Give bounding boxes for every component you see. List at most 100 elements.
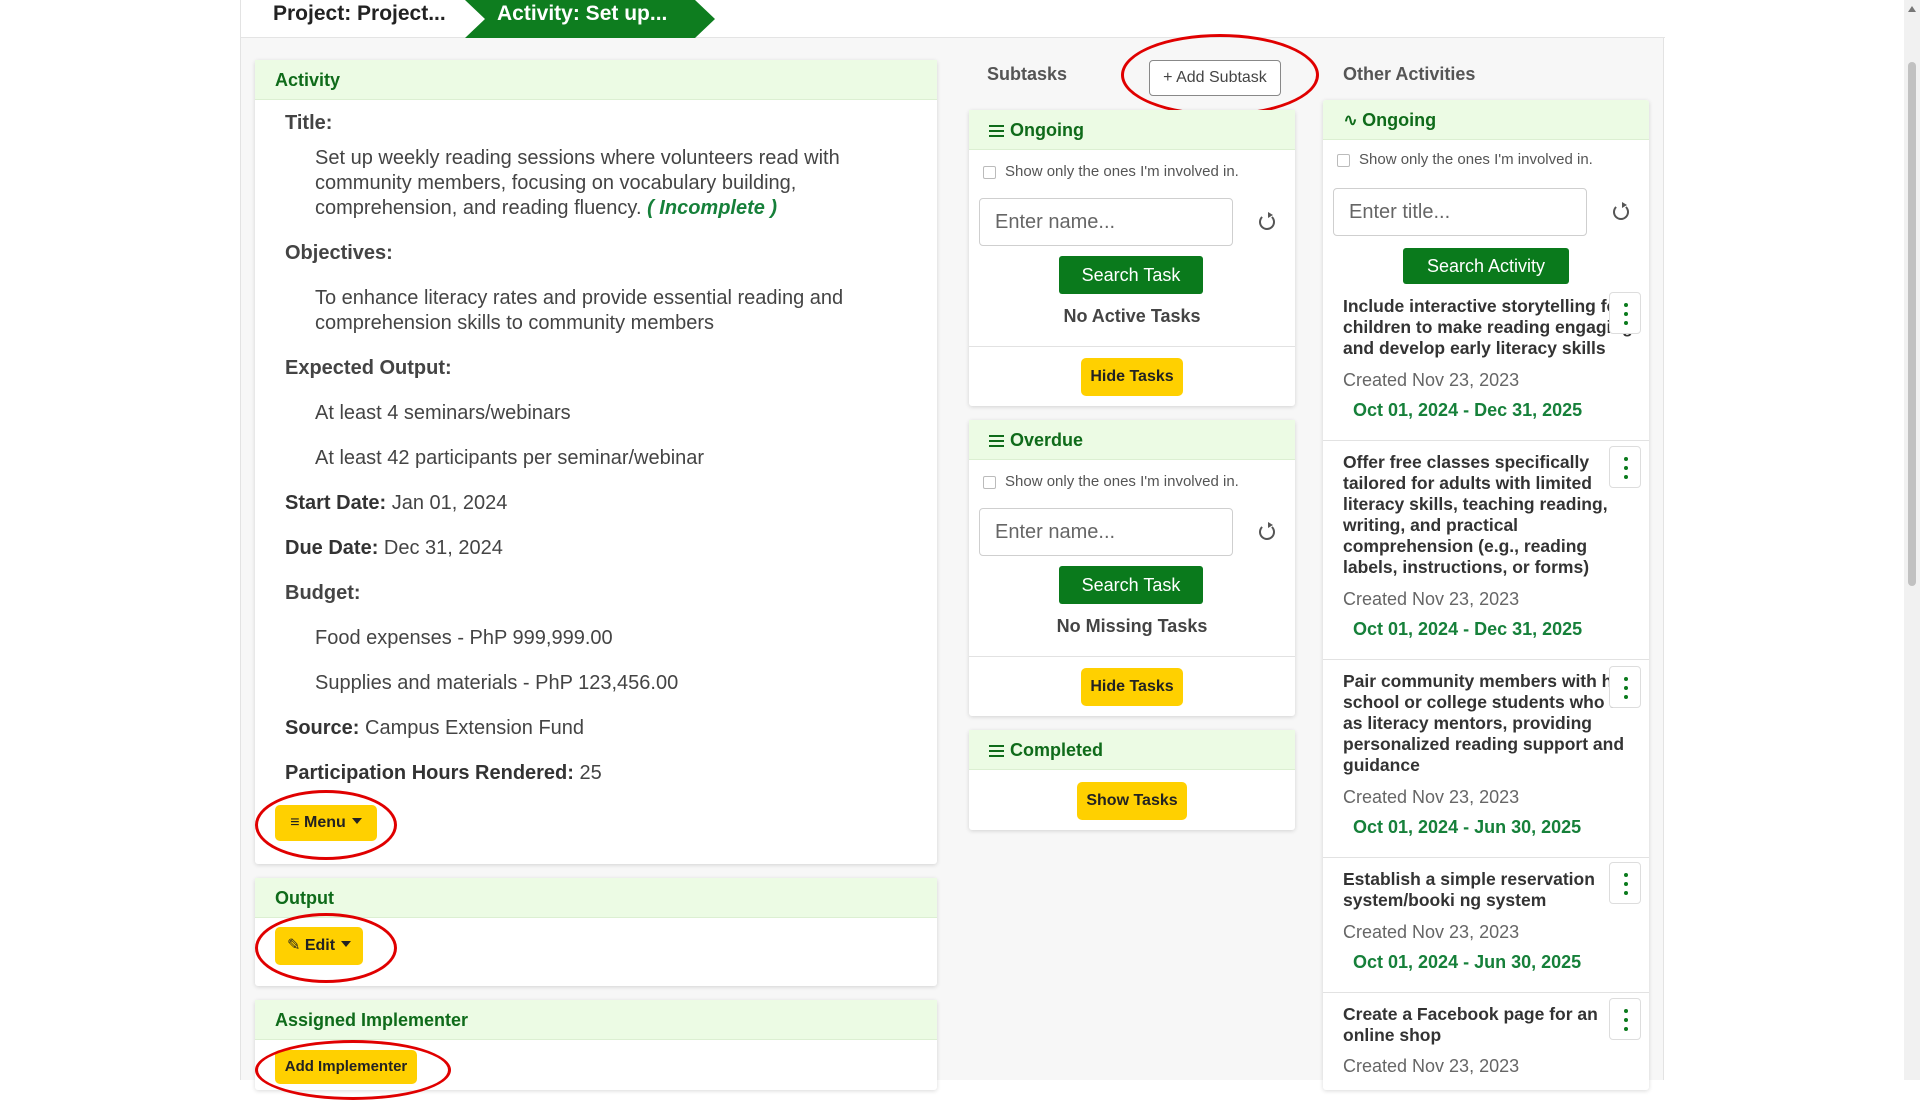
expected-output-item: At least 4 seminars/webinars [315,402,571,424]
subtask-name-input[interactable]: Enter name... [979,198,1233,246]
activity-item-title[interactable]: Create a Facebook page for an online sho… [1343,1004,1598,1046]
divider [969,346,1295,347]
start-date: Start Date: Jan 01, 2024 [285,492,507,515]
refresh-icon[interactable] [1259,212,1275,230]
list-icon [989,745,1004,757]
budget-item: Food expenses - PhP 999,999.00 [315,627,613,649]
more-options-icon[interactable] [1609,292,1641,334]
due-date-value: Dec 31, 2024 [383,537,503,559]
activity-title-line: comprehension (e.g., reading [1343,536,1588,556]
chevron-down-icon [341,941,352,947]
objectives-text: To enhance literacy rates and provide es… [315,286,843,336]
involved-checkbox-label: Show only the ones I'm involved in. [1005,163,1239,180]
activity-title-line: Include interactive storytelling for [1343,296,1625,316]
expected-output-label: Expected Output: [285,357,452,379]
participation-hours-value: 25 [579,762,602,784]
title-text: Set up weekly reading sessions where vol… [315,146,840,221]
implementer-card: Assigned Implementer Add Implementer [255,1000,937,1100]
search-activity-button[interactable]: Search Activity [1403,248,1569,284]
subtasks-overdue-card: Overdue Show only the ones I'm involved … [969,420,1295,716]
divider [1323,440,1649,441]
activity-item-title[interactable]: Offer free classes specifically tailored… [1343,452,1608,578]
activity-title-line: school or college students who act [1343,692,1635,712]
activity-item-title[interactable]: Pair community members with high school … [1343,671,1639,776]
other-activities-header: ∿ Ongoing [1323,100,1649,140]
activity-date-range: Oct 01, 2024 - Jun 30, 2025 [1353,952,1582,972]
activity-created: Created Nov 23, 2023 [1343,589,1520,609]
budget-item: Supplies and materials - PhP 123,456.00 [315,672,679,694]
involved-checkbox[interactable] [983,166,996,179]
involved-checkbox[interactable] [983,476,996,489]
activity-item-title[interactable]: Establish a simple reservation system/bo… [1343,869,1595,911]
other-activities-card: ∿ Ongoing Show only the ones I'm involved… [1323,100,1649,1090]
scrollbar-thumb[interactable] [1908,62,1916,586]
activity-title-line: system/booki ng system [1343,890,1547,910]
objectives-line: comprehension skills to community member… [315,312,715,334]
implementer-card-header: Assigned Implementer [255,1000,937,1040]
activity-title-line: as literacy mentors, providing [1343,713,1592,733]
involved-checkbox[interactable] [1337,154,1350,167]
activity-title-line: Pair community members with high [1343,671,1639,691]
activity-pulse-icon: ∿ [1343,110,1359,130]
scroll-up-icon[interactable] [1908,6,1916,12]
more-options-icon[interactable] [1609,998,1641,1040]
breadcrumb-project[interactable]: Project: Project... [273,0,446,32]
list-icon [989,125,1004,137]
activity-item-title[interactable]: Include interactive storytelling for chi… [1343,296,1633,359]
page-scrollbar[interactable] [1904,0,1920,1080]
activity-title-line: labels, instructions, or forms) [1343,557,1590,577]
activity-date-range: Oct 01, 2024 - Dec 31, 2025 [1353,619,1583,639]
participation-hours: Participation Hours Rendered: 25 [285,762,602,785]
hide-tasks-button[interactable]: Hide Tasks [1081,358,1183,396]
start-date-label: Start Date: [285,492,387,514]
breadcrumb-activity[interactable]: Activity: Set up... [465,0,715,38]
edit-button[interactable]: ✎ Edit [275,927,363,965]
refresh-icon[interactable] [1613,202,1629,220]
due-date: Due Date: Dec 31, 2024 [285,537,503,560]
activity-created: Created Nov 23, 2023 [1343,1056,1520,1076]
add-implementer-button[interactable]: Add Implementer [275,1050,417,1084]
output-card: Output ✎ Edit [255,878,937,986]
other-activities-title: Ongoing [1362,110,1437,130]
no-active-tasks: No Active Tasks [1063,306,1201,326]
subtask-name-input[interactable]: Enter name... [979,508,1233,556]
source-value: Campus Extension Fund [365,717,585,739]
status-incomplete: ( Incomplete ) [647,197,778,219]
subtasks-completed-title: Completed [1010,740,1104,760]
subtasks-overdue-header: Overdue [969,420,1295,460]
refresh-icon[interactable] [1259,522,1275,540]
breadcrumb: Project: Project... Activity: Set up... [241,0,1665,38]
title-line: Set up weekly reading sessions where vol… [315,147,840,169]
activity-title-line: guidance [1343,755,1420,775]
budget-label: Budget: [285,582,361,604]
show-tasks-button[interactable]: Show Tasks [1077,782,1187,820]
page-container: Project: Project... Activity: Set up... … [240,0,1665,1100]
edit-icon: ✎ [286,937,301,954]
title-line: comprehension, and reading fluency. [315,197,642,219]
involved-checkbox-label: Show only the ones I'm involved in. [1359,151,1593,168]
hide-tasks-button[interactable]: Hide Tasks [1081,668,1183,706]
search-task-button[interactable]: Search Task [1059,566,1203,604]
more-options-icon[interactable] [1609,446,1641,488]
activity-title-input[interactable]: Enter title... [1333,188,1587,236]
activity-title-line: Create a Facebook page for an [1343,1004,1598,1024]
divider [1323,659,1649,660]
add-subtask-label: Add Subtask [1176,69,1267,86]
activity-title-line: tailored for adults with limited [1343,473,1592,493]
subtasks-ongoing-title: Ongoing [1010,120,1084,140]
subtasks-completed-header: Completed [969,730,1295,770]
search-task-button[interactable]: Search Task [1059,256,1203,294]
add-subtask-button[interactable]: + Add Subtask [1149,60,1281,96]
due-date-label: Due Date: [285,537,379,559]
menu-button[interactable]: ≡ Menu [275,805,377,841]
objectives-line: To enhance literacy rates and provide es… [315,287,844,309]
subtasks-completed-card: Completed Show Tasks [969,730,1295,830]
activity-title-line: personalized reading support and [1343,734,1625,754]
more-options-icon[interactable] [1609,666,1641,708]
involved-checkbox-label: Show only the ones I'm involved in. [1005,473,1239,490]
participation-hours-label: Participation Hours Rendered: [285,762,574,784]
plus-icon: + [1163,69,1173,86]
divider [1323,992,1649,993]
more-options-icon[interactable] [1609,862,1641,904]
activity-title-line: online shop [1343,1025,1442,1045]
